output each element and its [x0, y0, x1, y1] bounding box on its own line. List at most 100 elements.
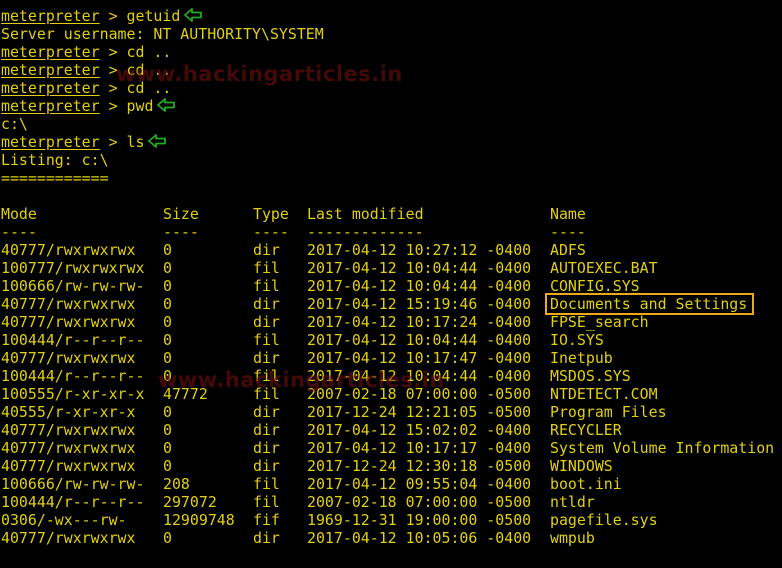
terminal-output: meterpreter > getuid Server username: NT … [1, 7, 782, 547]
cell-mode: 0306/-wx---rw- [1, 511, 127, 529]
cell-type: dir [253, 313, 280, 331]
cell-date: 2017-04-12 10:17:24 -0400 [307, 313, 532, 331]
cell-size: 47772 [163, 385, 208, 403]
listing-row: 100777/rwxrwxrwx 0 fil 2017-04-12 10:04:44 … [1, 259, 782, 277]
command-text: ls [126, 133, 145, 151]
cell-size: 12909748 [163, 511, 235, 529]
prompt-separator: > [99, 43, 127, 61]
cell-type: fil [253, 331, 280, 349]
cell-size: 297072 [163, 493, 217, 511]
cell-date: ------------- [307, 223, 424, 241]
cell-size: 0 [163, 331, 172, 349]
cell-type: fil [253, 259, 280, 277]
prompt-separator: > [99, 97, 127, 115]
cell-type: dir [253, 241, 280, 259]
cell-size: 0 [163, 259, 172, 277]
cell-mode: 40777/rwxrwxrwx [1, 313, 136, 331]
output-text: c:\ [1, 115, 28, 133]
listing-row: 100555/r-xr-xr-x 47772 fil 2007-02-18 07:00… [1, 385, 782, 403]
cell-date: 2007-02-18 07:00:00 -0500 [307, 493, 532, 511]
prompt-name: meterpreter [1, 133, 100, 151]
arrow-left-icon [184, 8, 203, 22]
output-text: Listing: c:\ [1, 151, 109, 169]
cell-mode: Mode [1, 205, 37, 223]
cell-date: 2017-04-12 10:27:12 -0400 [307, 241, 532, 259]
cell-mode: 40777/rwxrwxrwx [1, 457, 136, 475]
cell-name: FPSE_search [550, 313, 649, 331]
cell-type: dir [253, 349, 280, 367]
cell-name: RECYCLER [550, 421, 622, 439]
command-line: meterpreter > ls [1, 133, 782, 151]
listing-row: 100444/r--r--r-- 0 fil 2017-04-12 10:04:44 … [1, 367, 782, 385]
arrow-left-icon [157, 98, 176, 112]
cell-date: 2017-12-24 12:30:18 -0500 [307, 457, 532, 475]
cell-mode: 40777/rwxrwxrwx [1, 241, 136, 259]
cell-mode: 100444/r--r--r-- [1, 367, 145, 385]
cell-type: fil [253, 367, 280, 385]
highlighted-name: Documents and Settings [544, 293, 755, 315]
cell-mode: 40777/rwxrwxrwx [1, 349, 136, 367]
cell-date: 1969-12-31 19:00:00 -0500 [307, 511, 532, 529]
cell-name: wmpub [550, 529, 595, 547]
cell-name: Name [550, 205, 586, 223]
cell-mode: 100666/rw-rw-rw- [1, 277, 145, 295]
command-text: pwd [126, 97, 154, 115]
prompt-separator: > [99, 61, 127, 79]
cell-date: 2017-04-12 15:02:02 -0400 [307, 421, 532, 439]
cell-size: 0 [163, 403, 172, 421]
cell-date: Last modified [307, 205, 424, 223]
cell-type: ---- [253, 223, 289, 241]
cell-size: 0 [163, 529, 172, 547]
listing-row: 100666/rw-rw-rw- 208 fil 2017-04-12 09:55:0… [1, 475, 782, 493]
cell-name: IO.SYS [550, 331, 604, 349]
cell-name: MSDOS.SYS [550, 367, 631, 385]
prompt-name: meterpreter [1, 43, 100, 61]
cell-mode: 40777/rwxrwxrwx [1, 421, 136, 439]
cell-mode: 40777/rwxrwxrwx [1, 529, 136, 547]
cell-mode: 40555/r-xr-xr-x [1, 403, 136, 421]
cell-mode: 100444/r--r--r-- [1, 493, 145, 511]
cell-mode: 40777/rwxrwxrwx [1, 295, 136, 313]
cell-name: boot.ini [550, 475, 622, 493]
cell-size: Size [163, 205, 199, 223]
cell-name: Inetpub [550, 349, 613, 367]
cell-size: 0 [163, 367, 172, 385]
cell-type: dir [253, 457, 280, 475]
cell-size: 0 [163, 295, 172, 313]
output-text: Server username: NT AUTHORITY\SYSTEM [1, 25, 324, 43]
cell-type: fil [253, 475, 280, 493]
cell-name: NTDETECT.COM [550, 385, 658, 403]
cell-mode: 40777/rwxrwxrwx [1, 439, 136, 457]
cell-size: 0 [163, 421, 172, 439]
cell-size: ---- [163, 223, 199, 241]
cell-date: 2007-02-18 07:00:00 -0500 [307, 385, 532, 403]
cell-name: ntldr [550, 493, 595, 511]
listing-row: 40777/rwxrwxrwx 0 dir 2017-04-12 10:17:24 -… [1, 313, 782, 331]
cell-type: fif [253, 511, 280, 529]
listing-row: 100444/r--r--r-- 297072 fil 2007-02-18 07:0… [1, 493, 782, 511]
prompt-name: meterpreter [1, 61, 100, 79]
cell-name: WINDOWS [550, 457, 613, 475]
cell-date: 2017-04-12 10:05:06 -0400 [307, 529, 532, 547]
cell-type: dir [253, 403, 280, 421]
cell-size: 208 [163, 475, 190, 493]
prompt-name: meterpreter [1, 7, 100, 25]
listing-row: 40555/r-xr-xr-x 0 dir 2017-12-24 12:21:05 -… [1, 403, 782, 421]
cell-mode: 100666/rw-rw-rw- [1, 475, 145, 493]
cell-name: pagefile.sys [550, 511, 658, 529]
cell-date: 2017-04-12 10:04:44 -0400 [307, 367, 532, 385]
cell-type: dir [253, 529, 280, 547]
cell-type: fil [253, 493, 280, 511]
cell-name: ADFS [550, 241, 586, 259]
output-line: c:\ [1, 115, 782, 133]
cell-type: Type [253, 205, 289, 223]
cell-date: 2017-04-12 15:19:46 -0400 [307, 295, 532, 313]
command-text: getuid [126, 7, 181, 25]
cell-mode: ---- [1, 223, 37, 241]
cell-date: 2017-12-24 12:21:05 -0500 [307, 403, 532, 421]
cell-date: 2017-04-12 10:04:44 -0400 [307, 331, 532, 349]
command-line: meterpreter > cd .. [1, 79, 782, 97]
listing-row: 100444/r--r--r-- 0 fil 2017-04-12 10:04:44 … [1, 331, 782, 349]
cell-size: 0 [163, 439, 172, 457]
